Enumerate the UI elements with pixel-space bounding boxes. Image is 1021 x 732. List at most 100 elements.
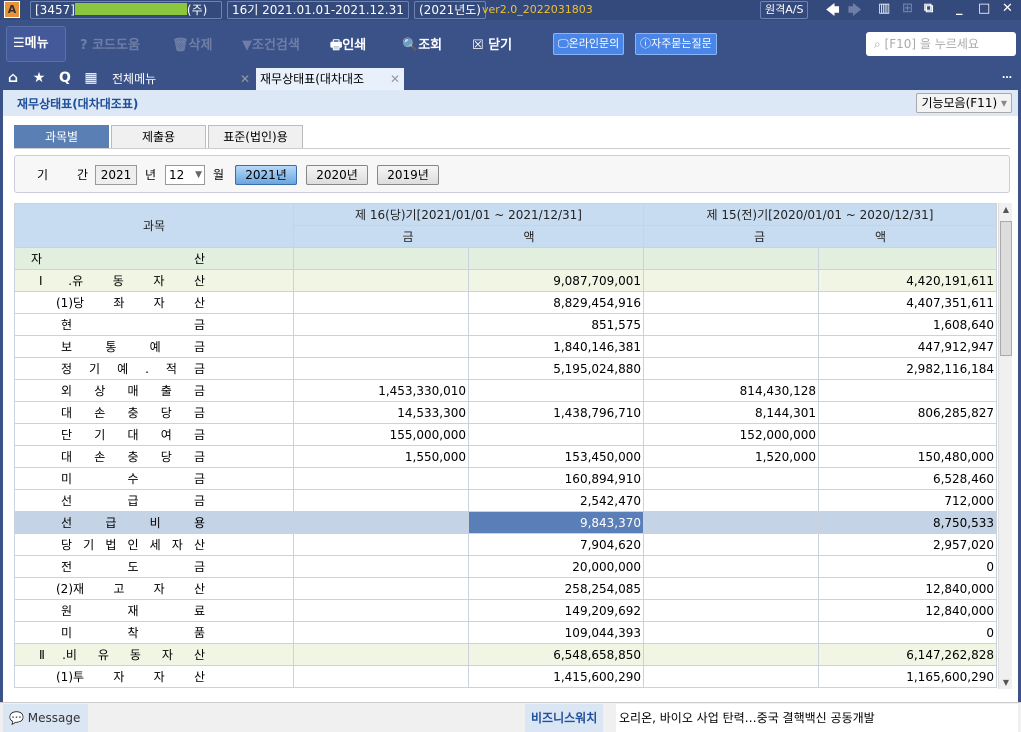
scroll-thumb[interactable] (1000, 221, 1012, 356)
amount-cell-p2[interactable]: 1,165,600,290 (818, 665, 998, 688)
amount-cell-p1[interactable] (643, 291, 820, 314)
table-row[interactable]: 외 상 매 출 금 1,453,330,010 814,430,128 (14, 379, 998, 402)
amount-cell-p1[interactable]: 814,430,128 (643, 379, 820, 402)
amount-cell-c1[interactable] (293, 291, 469, 314)
amount-cell-c2[interactable]: 8,829,454,916 (467, 291, 645, 314)
table-row[interactable]: 원 재 료 149,209,692 12,840,000 (14, 599, 998, 622)
amount-cell-c1[interactable] (293, 533, 469, 556)
amount-cell-p1[interactable] (643, 665, 820, 688)
amount-cell-c1[interactable] (293, 577, 469, 600)
amount-cell-p1[interactable] (643, 357, 820, 380)
amount-cell-c2[interactable]: 20,000,000 (467, 555, 645, 578)
delete-button[interactable]: 🗑삭제 (172, 34, 212, 53)
amount-cell-c2[interactable]: 9,843,370 (467, 511, 645, 534)
account-cell[interactable]: 보 통 예 금 (14, 335, 294, 358)
amount-cell-p1[interactable] (643, 335, 820, 358)
table-row[interactable]: 전 도 금 20,000,000 0 (14, 555, 998, 578)
table-row[interactable]: 선 급 비 용 9,843,370 8,750,533 (14, 511, 998, 534)
account-cell[interactable]: (1)투 자 자 산 (14, 665, 294, 688)
amount-cell-p1[interactable] (643, 555, 820, 578)
scroll-down-icon[interactable]: ▼ (999, 678, 1013, 687)
remote-as-button[interactable]: 원격A/S (760, 1, 809, 19)
star-icon[interactable]: ★ (30, 70, 48, 86)
amount-cell-p2[interactable]: 712,000 (818, 489, 998, 512)
news-ticker[interactable]: 오리온, 바이오 사업 탄력…중국 결핵백신 공동개발 (616, 704, 1018, 732)
amount-cell-p2[interactable] (818, 379, 998, 402)
table-row[interactable]: (1)투 자 자 산 1,415,600,290 1,165,600,290 (14, 665, 998, 688)
amount-cell-c1[interactable] (293, 621, 469, 644)
amount-cell-c1[interactable] (293, 555, 469, 578)
company-selector[interactable]: [3457] (주) (30, 1, 222, 19)
amount-cell-p2[interactable]: 1,608,640 (818, 313, 998, 336)
amount-cell-c2[interactable]: 7,904,620 (467, 533, 645, 556)
amount-cell-p1[interactable] (643, 313, 820, 336)
amount-cell-p2[interactable]: 8,750,533 (818, 511, 998, 534)
amount-cell-p2[interactable] (818, 423, 998, 446)
account-cell[interactable]: 현 금 (14, 313, 294, 336)
amount-cell-c1[interactable]: 1,550,000 (293, 445, 469, 468)
account-cell[interactable]: 미 착 품 (14, 621, 294, 644)
table-row[interactable]: 현 금 851,575 1,608,640 (14, 313, 998, 336)
amount-cell-c1[interactable] (293, 269, 469, 292)
account-cell[interactable]: (1)당 좌 자 산 (14, 291, 294, 314)
account-cell[interactable]: Ⅱ.비 유 동 자 산 (14, 643, 294, 666)
faq-button[interactable]: ⓘ자주묻는질문 (635, 33, 717, 55)
table-row[interactable]: 대 손 충 당 금 1,550,000 153,450,000 1,520,000 15… (14, 445, 998, 468)
vertical-scrollbar[interactable]: ▲ ▼ (998, 203, 1012, 689)
table-row[interactable]: (2)재 고 자 산 258,254,085 12,840,000 (14, 577, 998, 600)
account-cell[interactable]: 선 급 금 (14, 489, 294, 512)
menu-button[interactable]: ☰메뉴 (6, 26, 66, 62)
print-button[interactable]: 🖶인쇄 (330, 34, 366, 58)
amount-cell-p1[interactable] (643, 599, 820, 622)
amount-cell-c2[interactable]: 851,575 (467, 313, 645, 336)
amount-cell-c2[interactable]: 109,044,393 (467, 621, 645, 644)
amount-cell-c1[interactable]: 1,453,330,010 (293, 379, 469, 402)
account-cell[interactable]: 정 기 예 . 적 금 (14, 357, 294, 380)
amount-cell-p1[interactable] (643, 643, 820, 666)
account-cell[interactable]: 단 기 대 여 금 (14, 423, 294, 446)
year-2019-button[interactable]: 2019년 (377, 165, 439, 185)
amount-cell-p1[interactable] (643, 511, 820, 534)
account-cell[interactable]: 자 산 (14, 247, 294, 270)
amount-cell-p2[interactable]: 0 (818, 555, 998, 578)
amount-cell-p2[interactable]: 12,840,000 (818, 599, 998, 622)
amount-cell-p2[interactable]: 6,147,262,828 (818, 643, 998, 666)
account-cell[interactable]: 전 도 금 (14, 555, 294, 578)
tab-standard[interactable]: 표준(법인)용 (208, 125, 303, 149)
fiscal-year[interactable]: (2021년도) (414, 1, 486, 19)
close-window-icon[interactable]: ✕ (1002, 1, 1013, 16)
amount-cell-p1[interactable] (643, 533, 820, 556)
period-selector[interactable]: 16기 2021.01.01-2021.12.31 (227, 1, 409, 19)
amount-cell-c2[interactable] (467, 423, 645, 446)
menu-search-input[interactable]: ⌕ [F10] 을 누르세요 (866, 32, 1016, 56)
amount-cell-p2[interactable]: 447,912,947 (818, 335, 998, 358)
search-icon[interactable]: Q (56, 70, 74, 86)
amount-cell-c1[interactable]: 155,000,000 (293, 423, 469, 446)
close-button[interactable]: ☒ 닫기 (472, 34, 512, 53)
amount-cell-c2[interactable]: 1,415,600,290 (467, 665, 645, 688)
tab-balance-sheet[interactable]: 재무상태표(대차대조 ✕ (256, 68, 404, 90)
amount-cell-c2[interactable]: 258,254,085 (467, 577, 645, 600)
amount-cell-p1[interactable] (643, 489, 820, 512)
amount-cell-p1[interactable] (643, 577, 820, 600)
tab-all-menu[interactable]: 전체메뉴 ✕ (108, 68, 254, 90)
amount-cell-c1[interactable] (293, 665, 469, 688)
amount-cell-p2[interactable] (818, 247, 998, 270)
table-row[interactable]: 당 기 법 인 세 자 산 7,904,620 2,957,020 (14, 533, 998, 556)
amount-cell-c2[interactable] (467, 247, 645, 270)
table-row[interactable]: (1)당 좌 자 산 8,829,454,916 4,407,351,611 (14, 291, 998, 314)
code-help-button[interactable]: ? 코드도움 (80, 34, 140, 53)
amount-cell-c2[interactable]: 1,840,146,381 (467, 335, 645, 358)
more-icon[interactable]: … (998, 70, 1016, 81)
amount-cell-p2[interactable]: 12,840,000 (818, 577, 998, 600)
amount-cell-c1[interactable] (293, 489, 469, 512)
message-button[interactable]: 💬 Message (3, 704, 88, 732)
functions-dropdown[interactable]: 기능모음(F11) ▾ (916, 93, 1012, 113)
amount-cell-p2[interactable]: 0 (818, 621, 998, 644)
amount-cell-c1[interactable] (293, 247, 469, 270)
tab-by-account[interactable]: 과목별 (14, 125, 109, 149)
minimize-icon[interactable]: _ (956, 1, 963, 16)
amount-cell-p2[interactable]: 2,982,116,184 (818, 357, 998, 380)
amount-cell-p1[interactable]: 152,000,000 (643, 423, 820, 446)
table-row[interactable]: 정 기 예 . 적 금 5,195,024,880 2,982,116,184 (14, 357, 998, 380)
